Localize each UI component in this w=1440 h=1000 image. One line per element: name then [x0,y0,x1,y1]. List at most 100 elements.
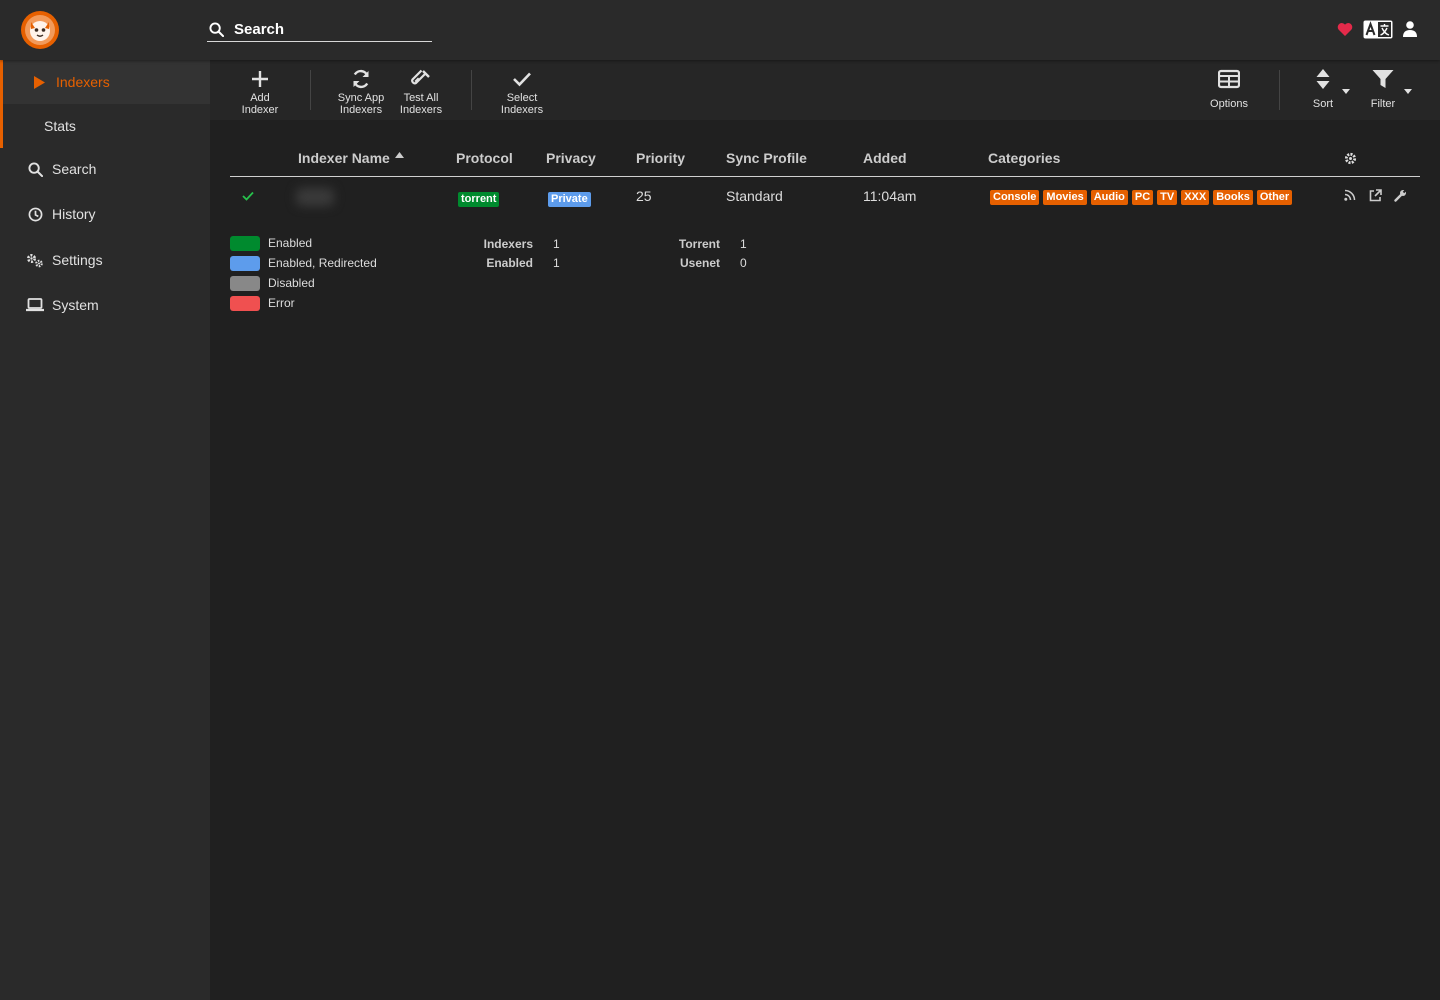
priority-cell: 25 [636,188,652,204]
sort-dropdown-icon[interactable] [1342,89,1350,94]
sidebar-item-settings[interactable]: Settings [0,238,210,282]
sync-icon [351,68,371,90]
select-indexers-button[interactable]: Select Indexers [498,68,546,116]
sync-app-indexers-button[interactable]: Sync App Indexers [335,68,387,116]
protocol-cell: torrent [458,189,500,207]
column-header-priority[interactable]: Priority [636,150,685,166]
legend-item-disabled: Disabled [230,275,315,291]
legend-label: Disabled [268,276,315,290]
button-label: Indexers [500,104,544,116]
clock-icon [26,205,44,223]
button-label: Filter [1370,98,1396,110]
sidebar-item-system[interactable]: System [0,283,210,327]
legend-item-error: Error [230,295,295,311]
column-header-label: Protocol [456,150,513,166]
category-badge: PC [1131,190,1154,205]
wrench-icon[interactable] [1394,189,1407,202]
button-label: Indexers [399,104,443,116]
button-label: Test All [403,92,439,104]
prowlarr-logo-icon[interactable] [20,10,60,50]
button-label: Indexers [339,104,383,116]
toolbar-separator [471,70,472,110]
column-header-protocol[interactable]: Protocol [456,150,513,166]
sidebar-item-history[interactable]: History [0,192,210,236]
heart-icon[interactable] [1337,22,1353,37]
column-header-indexer-name[interactable]: Indexer Name [298,150,390,166]
toolbar-separator [1279,70,1280,110]
laptop-icon [26,296,44,314]
options-button[interactable]: Options [1206,68,1252,110]
category-badge: Console [990,190,1040,205]
stat-indexers-label: Indexers [483,237,533,251]
search-input[interactable] [234,18,429,40]
table-icon [1218,68,1240,90]
filter-dropdown-icon[interactable] [1404,89,1412,94]
button-label: Select [506,92,538,104]
button-label: Options [1210,98,1248,110]
category-badge: Other [1256,190,1293,205]
privacy-cell: Private [548,189,591,207]
legend-item-enabled: Enabled [230,235,312,251]
app-header [0,0,1440,60]
stat-usenet-value: 0 [740,256,747,270]
indexer-name-redacted[interactable] [296,188,334,206]
legend-swatch [230,275,260,291]
category-badge: Books [1213,190,1253,205]
legend-item-enabled-redirected: Enabled, Redirected [230,255,377,271]
button-label: Add [250,92,270,104]
column-header-added[interactable]: Added [863,150,907,166]
vial-icon [411,68,431,90]
sidebar-item-search[interactable]: Search [0,147,210,191]
external-link-icon[interactable] [1369,189,1382,202]
search-icon [209,22,224,37]
button-label: Sort [1312,98,1334,110]
table-header-divider [230,176,1420,177]
stat-torrent-label: Torrent [678,237,720,251]
play-icon [30,73,48,91]
filter-icon [1372,68,1394,90]
rss-icon[interactable] [1344,189,1356,201]
gears-icon [26,251,44,269]
table-options-gear-icon[interactable] [1344,152,1357,165]
test-all-indexers-button[interactable]: Test All Indexers [397,68,445,116]
add-indexer-button[interactable]: Add Indexer [238,68,282,116]
sidebar-item-label: History [52,206,96,222]
sort-button[interactable]: Sort [1308,68,1338,110]
sync-profile-cell: Standard [726,188,783,204]
sidebar: Indexers Stats Search History Settings S… [0,60,210,1000]
sort-ascending-icon [395,152,404,158]
category-badge: TV [1157,190,1178,205]
categories-cell: Console Movies Audio PC TV XXX Books Oth… [990,190,1293,205]
button-label: Sync App [337,92,385,104]
translate-icon[interactable] [1363,20,1393,39]
column-header-categories[interactable]: Categories [988,150,1060,166]
sidebar-item-label: Settings [52,252,103,268]
stat-torrent-value: 1 [740,237,747,251]
legend-swatch [230,295,260,311]
status-check-icon [242,191,254,201]
stat-enabled-value: 1 [553,256,560,270]
stat-usenet-label: Usenet [679,256,720,270]
user-icon[interactable] [1403,21,1417,37]
toolbar-separator [310,70,311,110]
global-search [207,18,432,42]
column-header-label: Sync Profile [726,150,807,166]
sort-icon [1316,68,1330,90]
category-badge: XXX [1181,190,1210,205]
column-header-sync-profile[interactable]: Sync Profile [726,150,807,166]
checkmark-icon [512,68,532,90]
column-header-privacy[interactable]: Privacy [546,150,596,166]
column-header-label: Priority [636,150,686,166]
sidebar-item-indexers[interactable]: Indexers [0,60,210,104]
column-header-label: Indexer Name [298,150,390,166]
legend-label: Error [268,296,295,310]
column-header-label: Added [863,150,907,166]
filter-button[interactable]: Filter [1366,68,1400,110]
sidebar-item-label: Search [52,161,97,177]
protocol-badge: torrent [458,192,500,207]
category-badge: Movies [1043,190,1087,205]
sidebar-item-stats[interactable]: Stats [0,104,210,148]
sidebar-item-label: Stats [44,118,76,134]
column-header-label: Categories [988,150,1061,166]
stat-indexers-value: 1 [553,237,560,251]
